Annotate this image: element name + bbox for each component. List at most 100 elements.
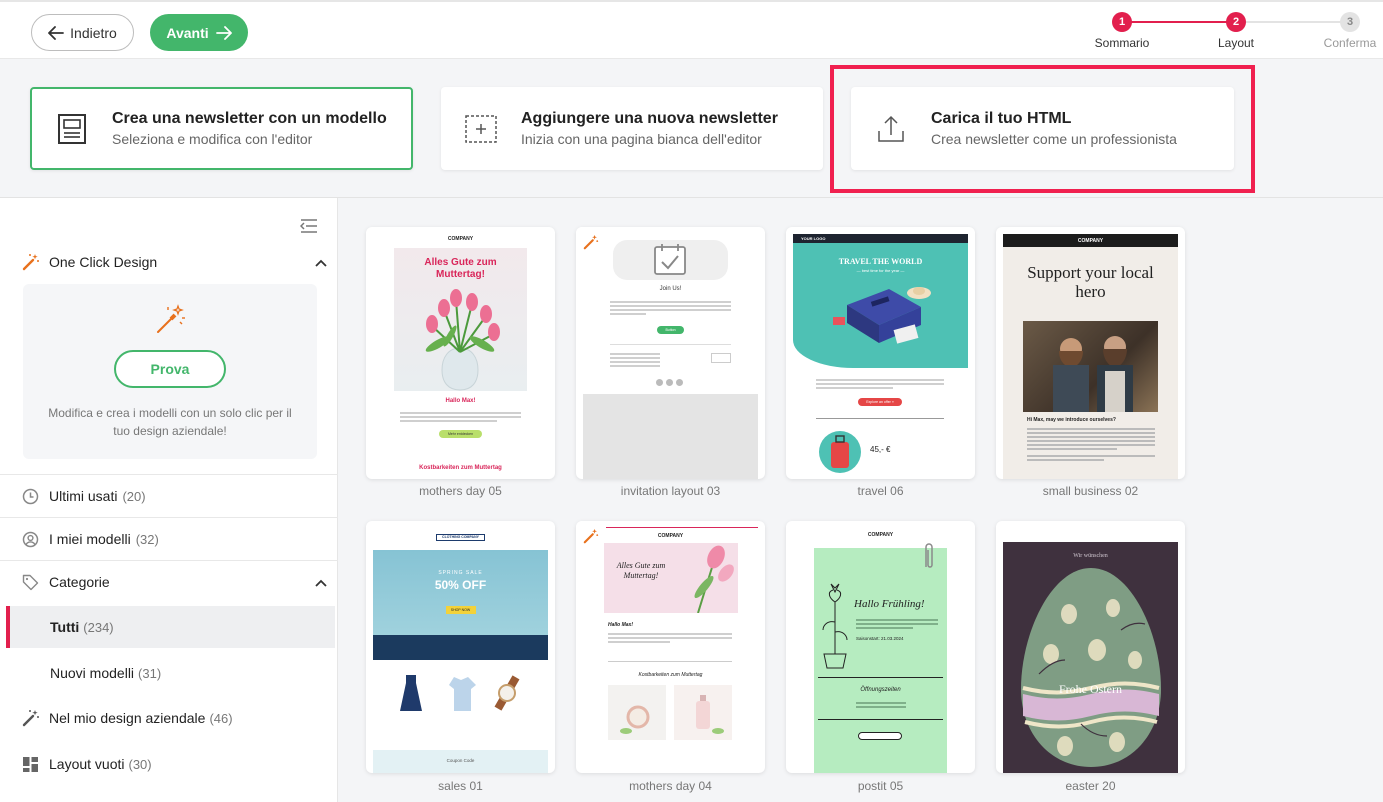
easter-kicker: Wir wünschen xyxy=(1073,553,1108,559)
easter-egg-illustration xyxy=(1021,568,1161,767)
collapse-sidebar-icon[interactable] xyxy=(299,218,318,239)
try-one-click-button[interactable]: Prova xyxy=(114,350,226,388)
categories-title: Categorie xyxy=(49,574,110,590)
template-name: invitation layout 03 xyxy=(620,484,721,498)
hero-headline: Alles Gute zum Muttertag! xyxy=(424,257,497,280)
hero-subline: — best time for the year — xyxy=(856,268,905,273)
people-photo-illustration xyxy=(1053,336,1133,412)
invite-headline: Join Us! xyxy=(659,286,682,292)
one-click-description: Modifica e crea i modelli con un solo cl… xyxy=(48,406,292,438)
category-empty-layouts[interactable]: Layout vuoti (30) xyxy=(22,743,335,785)
hero-pink: Alles Gute zum Muttertag! xyxy=(604,543,738,613)
arrow-right-icon xyxy=(215,25,232,40)
divider xyxy=(610,344,731,345)
categories-header[interactable]: Categorie xyxy=(0,560,338,603)
template-card[interactable]: YOUR LOGO TRAVEL THE WORLD — best time f… xyxy=(786,227,975,479)
postit-headline: Hallo Frühling! xyxy=(854,598,925,610)
divider xyxy=(816,418,944,419)
option-subtitle: Seleziona e modifica con l'editor xyxy=(112,131,313,147)
company-logo: COMPANY xyxy=(1077,238,1104,244)
step-sommario[interactable]: 1 Sommario xyxy=(1077,12,1167,50)
sale-kicker: SPRING SALE xyxy=(438,570,483,576)
option-blank[interactable]: Aggiungere una nuova newsletter Inizia c… xyxy=(441,87,823,170)
category-count: (234) xyxy=(83,619,114,635)
body-text-lines xyxy=(400,410,521,424)
product-dress xyxy=(394,673,428,713)
category-label: Nel mio design aziendale xyxy=(49,710,206,726)
template-name: sales 01 xyxy=(438,779,483,793)
template-name: mothers day 05 xyxy=(419,484,502,498)
one-click-design-header[interactable]: One Click Design xyxy=(22,249,327,275)
easter-headline: Frohe Ostern xyxy=(1059,682,1122,696)
template-thumbnail: YOUR LOGO TRAVEL THE WORLD — best time f… xyxy=(786,227,975,479)
footer-headline: Kostbarkeiten zum Muttertag xyxy=(419,465,502,471)
next-button[interactable]: Avanti xyxy=(150,14,248,51)
template-thumbnail: CLOTHING COMPANY SPRING SALE 50% OFF SHO… xyxy=(366,521,555,773)
category-count: (46) xyxy=(209,710,233,726)
clock-icon xyxy=(22,488,49,505)
company-logo: CLOTHING COMPANY xyxy=(436,534,485,541)
paperclip-icon xyxy=(925,543,933,568)
hours-lines xyxy=(856,700,906,710)
template-card[interactable]: Wir wünschen Frohe Ostern xyxy=(996,521,1185,773)
template-thumbnail: COMPANY Support your local hero Hi Max, … xyxy=(1003,234,1178,479)
template-card[interactable]: Join Us! Button xyxy=(576,227,765,479)
template-thumbnail: Wir wünschen Frohe Ostern xyxy=(1003,528,1178,773)
qr-placeholder xyxy=(711,353,731,363)
sidebar-item-label: I miei modelli xyxy=(49,531,131,547)
user-circle-icon xyxy=(22,531,49,548)
option-subtitle: Inizia con una pagina bianca dell'editor xyxy=(521,131,762,147)
intro-question: Hi Max, may we introduce ourselves? xyxy=(1027,417,1116,423)
category-new-templates[interactable]: Nuovi modelli (31) xyxy=(6,652,335,694)
white-header xyxy=(1003,528,1178,542)
sidebar: One Click Design Prova Modifica e crea i… xyxy=(0,198,338,802)
body-text-lines xyxy=(610,299,731,317)
highlight-frame xyxy=(830,65,1255,193)
category-corporate-design[interactable]: Nel mio design aziendale (46) xyxy=(22,697,335,739)
grid-layout-icon xyxy=(22,756,49,773)
info-band xyxy=(373,635,548,660)
step-number: 2 xyxy=(1226,12,1246,32)
black-header: COMPANY xyxy=(1003,234,1178,247)
sidebar-item-my-templates[interactable]: I miei modelli (32) xyxy=(0,517,338,560)
back-label: Indietro xyxy=(70,24,117,41)
step-label: Conferma xyxy=(1323,36,1377,50)
opening-hours-title: Öffnungszeiten xyxy=(860,687,901,693)
category-label: Tutti xyxy=(50,619,80,635)
option-title: Aggiungere una nuova newsletter xyxy=(521,110,778,127)
sidebar-item-recent[interactable]: Ultimi usati (20) xyxy=(0,474,338,517)
template-card[interactable]: COMPANY Alles Gute zum Muttertag! Hallo … xyxy=(366,227,555,479)
product-bottle-image xyxy=(674,685,732,740)
sidebar-item-count: (20) xyxy=(122,488,146,504)
divider xyxy=(818,719,943,720)
red-suitcase-illustration xyxy=(819,431,861,473)
sale-headline: 50% OFF xyxy=(434,578,487,592)
category-count: (30) xyxy=(128,756,152,772)
magic-wand-icon xyxy=(22,709,49,727)
calendar-check-icon xyxy=(654,244,686,275)
arrow-left-icon xyxy=(48,25,65,40)
step-conferma: 3 Conferma xyxy=(1305,12,1383,50)
company-logo: COMPANY xyxy=(867,532,894,538)
option-template[interactable]: Crea una newsletter con un modello Selez… xyxy=(30,87,413,170)
template-name: small business 02 xyxy=(1042,484,1139,498)
magic-wand-large-icon xyxy=(23,284,317,350)
hero-teal: TRAVEL THE WORLD — best time for the yea… xyxy=(793,243,968,368)
step-label: Sommario xyxy=(1094,36,1150,50)
option-title: Crea una newsletter con un modello xyxy=(112,110,387,127)
hero-photo xyxy=(1023,321,1158,412)
shop-button: SHOP NOW xyxy=(445,606,476,614)
back-button[interactable]: Indietro xyxy=(31,14,134,51)
template-card[interactable]: COMPANY Alles Gute zum Muttertag! Hallo … xyxy=(576,521,765,773)
hero-sale-banner: SPRING SALE 50% OFF SHOP NOW xyxy=(373,550,548,660)
sidebar-item-count: (32) xyxy=(135,531,159,547)
step-layout[interactable]: 2 Layout xyxy=(1191,12,1281,50)
template-card[interactable]: COMPANY Support your local hero Hi Max, … xyxy=(996,227,1185,479)
category-label: Layout vuoti xyxy=(49,756,125,772)
category-all[interactable]: Tutti (234) xyxy=(6,606,335,648)
template-card[interactable]: CLOTHING COMPANY SPRING SALE 50% OFF SHO… xyxy=(366,521,555,773)
next-label: Avanti xyxy=(166,24,209,41)
template-card[interactable]: COMPANY Hallo Frühling! Saisonstart: 21.… xyxy=(786,521,975,773)
tulip-illustration xyxy=(694,545,734,613)
magic-wand-icon xyxy=(22,253,49,271)
